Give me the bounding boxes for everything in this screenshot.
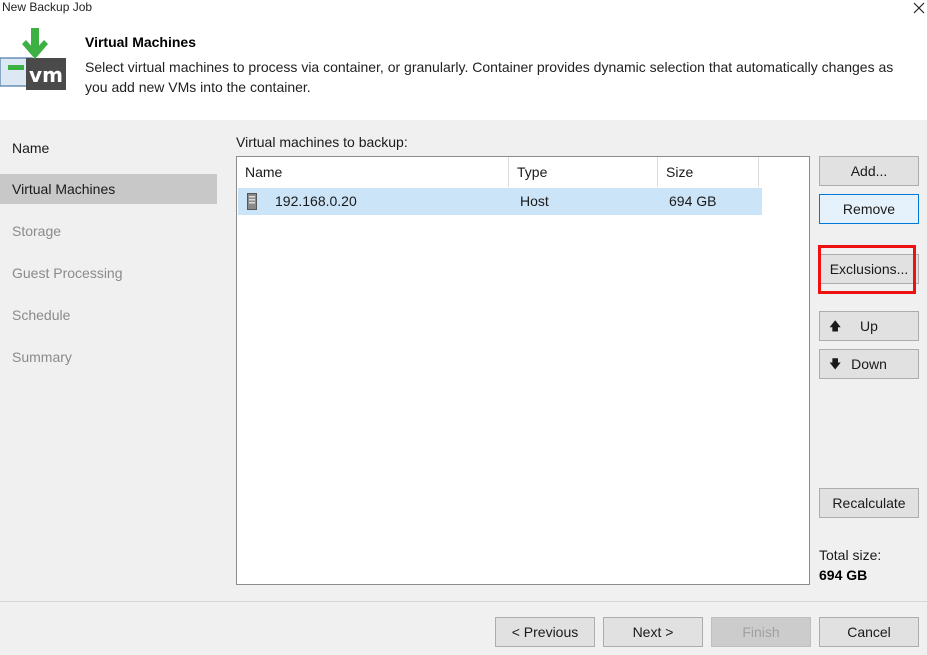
arrow-up-icon: 🡅 <box>829 319 842 333</box>
table-row[interactable]: 192.168.0.20 Host 694 GB <box>238 188 762 215</box>
down-button[interactable]: 🡇 Down <box>819 349 919 379</box>
total-size-value: 694 GB <box>819 567 868 583</box>
step-schedule[interactable]: Schedule <box>0 300 217 330</box>
page-title: Virtual Machines <box>85 34 197 50</box>
vm-list-label: Virtual machines to backup: <box>236 134 408 150</box>
column-header-type[interactable]: Type <box>509 157 658 187</box>
down-label: Down <box>851 356 887 372</box>
up-button[interactable]: 🡅 Up <box>819 311 919 341</box>
column-header-name[interactable]: Name <box>237 157 509 187</box>
step-name[interactable]: Name <box>0 133 217 163</box>
next-button[interactable]: Next > <box>603 617 703 647</box>
recalculate-button[interactable]: Recalculate <box>819 488 919 518</box>
server-icon <box>247 193 257 210</box>
page-description: Select virtual machines to process via c… <box>85 59 894 95</box>
step-storage[interactable]: Storage <box>0 216 217 246</box>
vm-backup-logo-icon: vm <box>0 28 68 96</box>
add-button[interactable]: Add... <box>819 156 919 186</box>
previous-button[interactable]: < Previous <box>495 617 595 647</box>
row-name: 192.168.0.20 <box>275 193 357 209</box>
close-icon[interactable] <box>911 0 927 16</box>
finish-button[interactable]: Finish <box>711 617 811 647</box>
wizard-steps: Name Virtual Machines Storage Guest Proc… <box>0 120 217 601</box>
step-virtual-machines[interactable]: Virtual Machines <box>0 174 217 204</box>
column-header-size[interactable]: Size <box>658 157 759 187</box>
wizard-header: vm Virtual Machines Select virtual machi… <box>0 18 927 120</box>
total-size-label: Total size: <box>819 547 882 563</box>
row-type: Host <box>520 193 549 209</box>
exclusions-button[interactable]: Exclusions... <box>819 254 919 284</box>
up-label: Up <box>860 318 878 334</box>
remove-button[interactable]: Remove <box>819 194 919 224</box>
cancel-button[interactable]: Cancel <box>819 617 919 647</box>
step-guest-processing[interactable]: Guest Processing <box>0 258 217 288</box>
window-title: New Backup Job <box>2 0 93 14</box>
title-bar: New Backup Job <box>0 0 927 18</box>
vm-list[interactable]: Name Type Size 192.168.0.20 Host 694 GB <box>236 156 810 585</box>
arrow-down-icon: 🡇 <box>829 357 842 371</box>
svg-text:vm: vm <box>29 63 63 87</box>
row-size: 694 GB <box>669 193 717 209</box>
step-summary[interactable]: Summary <box>0 342 217 372</box>
